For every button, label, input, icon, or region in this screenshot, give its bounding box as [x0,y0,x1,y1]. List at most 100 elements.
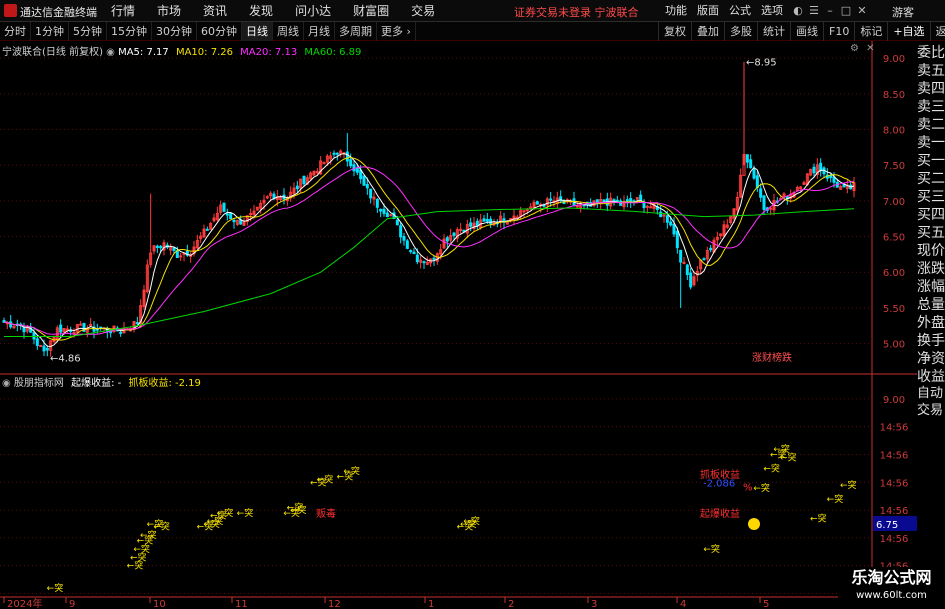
period-tab-more[interactable]: 更多 › [377,22,416,41]
menu-item-wealth[interactable]: 财富圈 [342,2,400,20]
period-toolbar: 分时 1分钟 5分钟 15分钟 30分钟 60分钟 日线 周线 月线 多周期 更… [0,22,945,41]
close-icon[interactable]: ✕ [854,3,870,19]
ma20-value: 7.13 [274,47,298,58]
candle-body [445,237,449,242]
candle-body [595,199,599,204]
high-price-annotation: ←8.95 [746,58,777,69]
menu-item-layout[interactable]: 版面 [692,2,724,20]
candle-body [172,247,176,251]
tool-mark[interactable]: 标记 [854,22,887,41]
candle-body [549,198,553,201]
candle-body [22,327,26,333]
indicator-breakout-name: 起爆收益 [71,378,112,389]
period-tab-daily[interactable]: 日线 [242,22,273,41]
breakout-marker: ←突 [780,451,797,463]
price-tick-label: 6.50 [883,233,905,244]
period-tab-multi[interactable]: 多周期 [335,22,377,41]
date-tick-label: 5 [763,599,769,609]
period-tab-60min[interactable]: 60分钟 [197,22,242,41]
period-tab-monthly[interactable]: 月线 [304,22,335,41]
tool-stats[interactable]: 统计 [757,22,790,41]
breakout-marker: ←突 [317,473,334,485]
menu-item-ask[interactable]: 问小达 [284,2,342,20]
quote-volume: 总量 [917,297,945,313]
candle-body [662,214,666,217]
menu-item-formula[interactable]: 公式 [724,2,756,20]
side-auto[interactable]: 自动 [917,385,945,402]
candle-body [642,202,646,209]
skin-icon[interactable]: ◐ [790,3,806,19]
chevron-right-icon: › [403,25,411,38]
candle-body [762,195,766,210]
login-status[interactable]: 证券交易未登录 宁波联合 [514,4,639,20]
period-tab-timeshare[interactable]: 分时 [0,22,31,41]
breakout-marker: ←突 [290,504,307,516]
period-tab-weekly[interactable]: 周线 [273,22,304,41]
candle-body [72,331,76,334]
indicator-tick-label: 9.00 [883,395,905,406]
right-menu: 功能 版面 公式 选项 [660,2,788,20]
maximize-icon[interactable]: □ [838,3,854,19]
period-tab-5min[interactable]: 5分钟 [69,22,107,41]
candle-body [689,272,693,288]
tool-draw[interactable]: 画线 [790,22,823,41]
candle-body [769,207,773,210]
candle-body [79,323,83,326]
price-tick-label: 6.00 [883,268,905,279]
breakout-marker: ←突 [753,482,770,494]
candle-body [489,218,493,225]
menu-item-market[interactable]: 市场 [146,2,192,20]
guest-account[interactable]: 游客 [892,4,914,20]
menu-item-trade[interactable]: 交易 [400,2,446,20]
menu-item-news[interactable]: 资讯 [192,2,238,20]
candle-body [412,251,416,255]
menu-item-options[interactable]: 选项 [756,2,788,20]
tool-overlay[interactable]: 叠加 [691,22,724,41]
watermark-main: 乐淘公式网 [851,568,932,587]
candle-body [335,152,339,155]
tool-multi-stock[interactable]: 多股 [724,22,757,41]
indicator-tick-label: 14:56 [880,534,909,545]
candle-body [402,236,406,241]
candle-body [702,258,706,261]
candle-body [32,332,36,340]
menu-item-discover[interactable]: 发现 [238,2,284,20]
tool-adjust[interactable]: 复权 [658,22,691,41]
period-tab-15min[interactable]: 15分钟 [107,22,152,41]
highlight-value: 6.75 [876,520,898,531]
candle-body [752,168,756,179]
quote-bid5: 买五 [917,225,945,241]
menu-icon[interactable]: ☰ [806,3,822,19]
indicator-toggle-icon[interactable]: ◉ [2,378,14,389]
tool-f10[interactable]: F10 [823,22,854,41]
chart-canvas[interactable]: ←4.86←8.95涨财榜跌 ←突←突←突←突←突←突←突←突 ←突←突←突←突←… [0,41,917,609]
candle-body [415,254,419,263]
back-button[interactable]: 返回 [929,22,945,41]
quote-commission-ratio: 委比 [917,45,945,61]
close-panel-icon[interactable]: ✕ [866,43,874,54]
price-tick-label: 8.50 [883,90,905,101]
side-trade[interactable]: 交易 [917,402,945,419]
breakout-marker: ←突 [810,512,827,524]
menu-item-quotes[interactable]: 行情 [100,2,146,20]
ma5-value: 7.17 [146,47,169,58]
ma5-name: MA5 [118,47,140,58]
indicator-limit-name: 抓板收益 [128,378,169,389]
menu-item-function[interactable]: 功能 [660,2,692,20]
minimize-icon[interactable]: – [822,3,838,19]
date-tick-label: 3 [591,599,597,609]
ma60-label: MA60: 6.89 [304,47,362,58]
indicator-side-panel: 自动 交易 [917,385,945,419]
candle-body [759,188,763,198]
gear-icon[interactable]: ⚙ [850,43,859,54]
period-tab-30min[interactable]: 30分钟 [152,22,197,41]
price-tick-label: 8.00 [883,126,905,137]
add-watchlist-button[interactable]: +自选 [887,22,929,41]
period-tab-1min[interactable]: 1分钟 [31,22,69,41]
ma20-label: MA20: 7.13 [240,47,298,58]
candle-body [469,222,473,227]
date-tick-label: 12 [328,599,341,609]
candle-body [375,198,379,208]
ma-toggle-icon[interactable]: ◉ [106,47,118,58]
app-name: 通达信金融终端 [20,6,97,19]
